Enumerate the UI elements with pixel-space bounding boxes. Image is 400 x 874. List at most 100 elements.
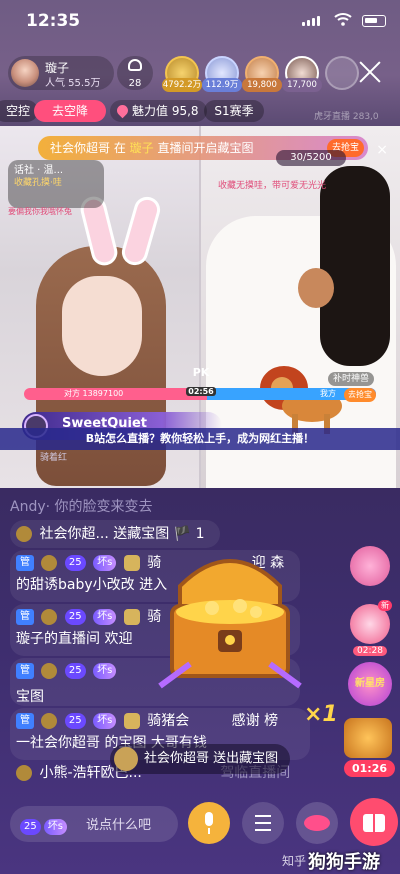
right-caption: 收藏无摸哇，带可爱无光光	[218, 181, 327, 191]
msg-line2: 宝图	[16, 689, 44, 705]
hint-title: 话社 · 温...	[14, 165, 64, 176]
streamer2-hair	[320, 166, 390, 366]
pk-badge: PK 02:56	[186, 364, 216, 396]
chest-icon	[344, 718, 392, 758]
crest-icon	[41, 713, 58, 729]
admin-badge: 管	[16, 663, 34, 679]
top-fan-5[interactable]	[324, 56, 360, 90]
season-button[interactable]: S1赛季	[204, 100, 264, 122]
top-fan-3[interactable]: 19,800	[242, 56, 282, 92]
crest-icon	[41, 555, 58, 571]
admin-badge: 管	[16, 713, 34, 729]
admin-badge: 管	[16, 609, 34, 625]
chat-input[interactable]: 25 坏s 说点什么吧	[10, 806, 178, 842]
fan-score: 19,800	[242, 78, 282, 92]
gift-toast: 社会你超哥 送出藏宝图	[110, 744, 291, 774]
level-badge: 25	[64, 663, 86, 679]
crest-icon	[41, 609, 58, 625]
wifi-icon	[334, 13, 352, 26]
gift-box-icon: 新	[350, 600, 392, 644]
msg-sender[interactable]: 骑猪会	[147, 713, 189, 729]
side-treasure-button[interactable]	[350, 546, 390, 586]
streamer-info-card[interactable]: 话社 · 温... 收藏孔摸·哇	[8, 160, 104, 208]
top-fan-1[interactable]: 4792.2万	[162, 56, 202, 92]
live-video[interactable]: 社会你超哥 在 璇子 直播间开启藏宝图 去抢宝 × 话社 · 温... 收藏孔摸…	[0, 126, 400, 488]
pk-timer: 02:56	[186, 387, 216, 396]
fan-badge: 坏s	[93, 555, 117, 571]
viewer-count: 28	[128, 78, 142, 89]
left-caption: 要偏我你我哦怀兔	[8, 207, 72, 216]
level-badge: 25	[64, 609, 86, 625]
level-badge: 25	[64, 713, 86, 729]
viewer-count-button[interactable]: 28	[117, 56, 153, 90]
chest-timer: 01:26	[344, 760, 396, 777]
mission-suffix: 直播间开启藏宝图	[157, 141, 254, 155]
fan-badge: 坏s	[93, 663, 117, 679]
fan-score: 4792.2万	[162, 78, 202, 92]
msg-sender[interactable]: 社会你超...	[39, 526, 108, 542]
mission-highlight: 璇子	[129, 141, 154, 155]
fan-badge: 坏s	[93, 713, 117, 729]
side-countdown-chest[interactable]: 01:26	[344, 718, 396, 777]
top-fan-4[interactable]: 17,700	[282, 56, 322, 92]
treasure-chest-icon	[158, 559, 302, 689]
host-popularity: 人气 55.5万	[45, 78, 101, 89]
fan-score: 17,700	[282, 78, 322, 92]
event-date: 02:28	[353, 646, 387, 656]
seal-icon	[123, 555, 140, 571]
top-fan-2[interactable]: 112.9万	[202, 56, 242, 92]
streamer-face	[62, 276, 142, 376]
host-card[interactable]: 璇子 人气 55.5万	[8, 56, 114, 90]
treasure-box-icon	[350, 546, 390, 586]
live-header: 12:35 璇子 人气 55.5万 28 4792.2万 112.9万 19,8…	[0, 0, 400, 126]
new-star-label: 新星房	[348, 662, 392, 706]
bear-print	[298, 268, 334, 308]
side-new-star-button[interactable]: 新星房	[348, 662, 392, 706]
toast-text: 社会你超哥 送出藏宝图	[144, 751, 279, 766]
chat-message[interactable]: Andy· 你的脸变来变去	[10, 496, 153, 518]
level-badge: 25	[64, 555, 86, 571]
grab-treasure-button-2[interactable]: 去抢宝	[344, 388, 376, 402]
seal-icon	[123, 713, 140, 729]
article-title-banner: B站怎么直播？教你轻松上手，成为网红主播！	[0, 428, 400, 450]
level-badge: 25	[20, 818, 41, 835]
gift-icon[interactable]	[350, 798, 398, 846]
pk-left-score: 对方 13897100	[64, 389, 124, 398]
crest-icon	[41, 663, 58, 679]
hint-sub: 收藏孔摸·哇	[14, 178, 62, 188]
side-event-button[interactable]: 新 02:28	[350, 600, 392, 656]
progress-score: 30/5200	[276, 150, 346, 166]
site-watermark: 狗狗手游	[308, 852, 380, 873]
faint-label: 虎牙直播 283,0	[314, 112, 379, 122]
bottom-bar: 25 坏s 说点什么吧	[0, 796, 400, 850]
battery-icon	[362, 15, 386, 27]
fan-avatar	[325, 56, 359, 90]
menu-icon[interactable]	[242, 802, 284, 844]
close-icon[interactable]	[358, 60, 382, 84]
treasure-icon: 🏴	[173, 526, 192, 542]
chat-message[interactable]: 管 25 坏s 宝图	[16, 660, 119, 708]
crest-icon	[114, 747, 138, 771]
msg-count: 1	[195, 526, 205, 542]
kiss-icon[interactable]	[296, 802, 338, 844]
host-avatar[interactable]	[11, 59, 39, 87]
msg-text: Andy· 你的脸变来变去	[10, 499, 153, 515]
chat-message[interactable]: 社会你超... 送藏宝图 🏴 1	[16, 523, 205, 545]
msg-action: 送藏宝图	[113, 526, 170, 542]
fan-badge: 坏s	[93, 609, 117, 625]
msg-text: 感谢 榜	[231, 713, 279, 729]
charm-value[interactable]: 魅力值 95,8	[110, 100, 207, 122]
pk-right-score: 我方	[320, 389, 336, 398]
go-kongwei-button[interactable]: 去空降	[34, 100, 106, 122]
heart-icon	[114, 102, 131, 119]
new-badge: 新	[378, 600, 392, 611]
under-caption: 骑着红	[40, 453, 68, 463]
mic-icon[interactable]	[188, 802, 230, 844]
gift-multiplier: ×1	[304, 702, 338, 727]
kongwei-tag[interactable]: 空控	[0, 100, 39, 122]
sofa-icon	[128, 59, 142, 71]
fan-score: 112.9万	[202, 78, 242, 92]
seal-icon	[123, 609, 140, 625]
clock: 12:35	[26, 11, 81, 31]
mission-close-icon[interactable]: ×	[376, 138, 388, 162]
